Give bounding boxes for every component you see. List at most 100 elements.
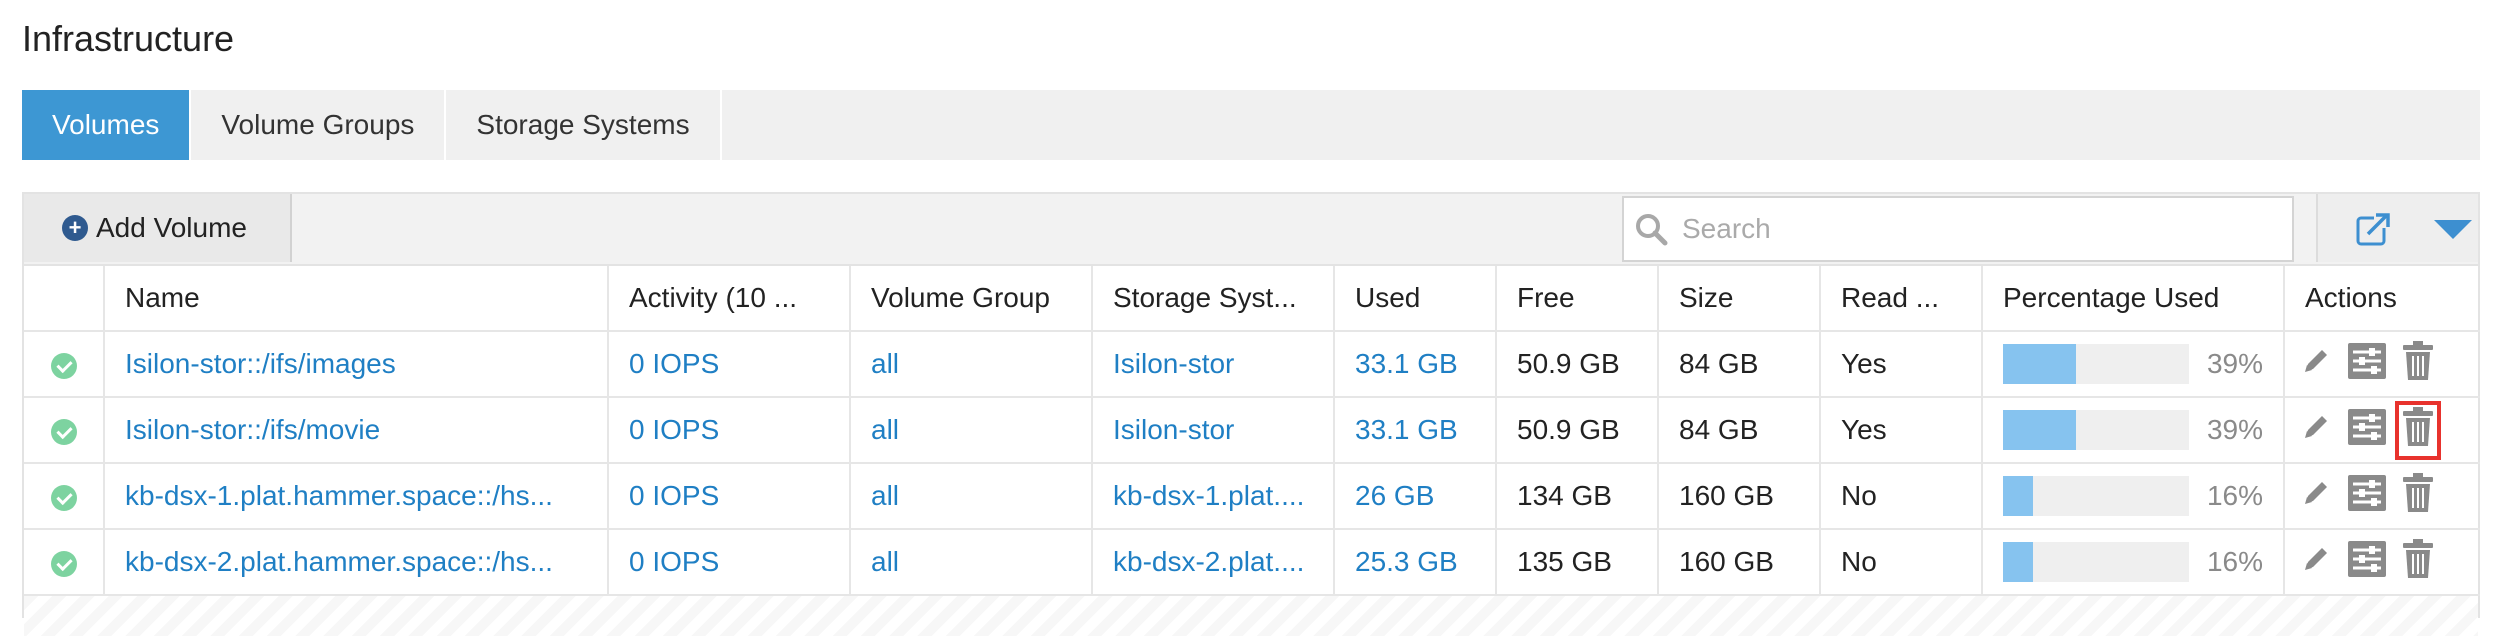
column-header-storage-system[interactable]: Storage Syst... — [1092, 266, 1335, 332]
actions-cell — [2284, 331, 2480, 398]
volume-name-link[interactable]: Isilon-stor::/ifs/images — [104, 331, 609, 398]
usage-bar — [2003, 410, 2189, 450]
percentage-used-cell: 16% — [1982, 463, 2285, 530]
size-cell: 84 GB — [1658, 331, 1821, 398]
settings-sliders-icon[interactable] — [2347, 408, 2387, 453]
settings-sliders-icon[interactable] — [2347, 474, 2387, 519]
volume-name-link[interactable]: kb-dsx-1.plat.hammer.space::/hs... — [104, 463, 609, 530]
size-cell: 84 GB — [1658, 397, 1821, 464]
settings-sliders-icon[interactable] — [2347, 540, 2387, 585]
settings-sliders-icon[interactable] — [2347, 342, 2387, 387]
activity-link[interactable]: 0 IOPS — [608, 397, 851, 464]
storage-system-link[interactable]: kb-dsx-1.plat.... — [1092, 463, 1335, 530]
toolbar: + Add Volume — [24, 194, 2478, 266]
used-link[interactable]: 25.3 GB — [1334, 529, 1497, 596]
status-cell — [24, 529, 105, 596]
search-input[interactable] — [1680, 212, 2274, 246]
add-volume-button[interactable]: + Add Volume — [24, 194, 292, 262]
volume-group-link[interactable]: all — [850, 397, 1093, 464]
activity-link[interactable]: 0 IOPS — [608, 463, 851, 530]
status-cell — [24, 397, 105, 464]
read-only-cell: No — [1820, 529, 1983, 596]
storage-system-link[interactable]: kb-dsx-2.plat.... — [1092, 529, 1335, 596]
volume-group-link[interactable]: all — [850, 529, 1093, 596]
usage-bar — [2003, 542, 2189, 582]
percentage-used-cell: 39% — [1982, 397, 2285, 464]
usage-bar — [2003, 344, 2189, 384]
search-box — [1622, 196, 2294, 262]
column-header-read[interactable]: Read ... — [1820, 266, 1983, 332]
plus-circle-icon: + — [62, 215, 88, 241]
volumes-panel: + Add Volume Search Name Activity (10 ..… — [22, 192, 2480, 636]
free-cell: 134 GB — [1496, 463, 1659, 530]
free-cell: 135 GB — [1496, 529, 1659, 596]
activity-link[interactable]: 0 IOPS — [608, 529, 851, 596]
add-volume-label: Add Volume — [96, 212, 247, 243]
used-link[interactable]: 33.1 GB — [1334, 331, 1497, 398]
tab-bar: Volumes Volume Groups Storage Systems — [22, 90, 2480, 160]
usage-percent: 16% — [2206, 546, 2263, 577]
trash-icon[interactable] — [2401, 340, 2435, 388]
column-header-name[interactable]: Name — [104, 266, 609, 332]
usage-bar-fill — [2003, 476, 2033, 516]
actions-cell — [2284, 529, 2480, 596]
tab-storage-systems[interactable]: Storage Systems — [446, 90, 722, 160]
used-link[interactable]: 26 GB — [1334, 463, 1497, 530]
actions-cell — [2284, 463, 2480, 530]
tab-volumes[interactable]: Volumes — [22, 90, 192, 160]
column-header-used[interactable]: Used — [1334, 266, 1497, 332]
usage-bar-fill — [2003, 410, 2076, 450]
check-circle-icon — [50, 352, 77, 379]
tab-volume-groups[interactable]: Volume Groups — [191, 90, 447, 160]
usage-percent: 39% — [2206, 414, 2263, 445]
storage-system-link[interactable]: Isilon-stor — [1092, 397, 1335, 464]
usage-bar-fill — [2003, 542, 2033, 582]
table-header-row: Name Activity (10 ... Volume Group Stora… — [24, 266, 2480, 332]
read-only-cell: No — [1820, 463, 1983, 530]
chevron-down-icon[interactable] — [2434, 220, 2472, 239]
export-icon[interactable] — [2356, 212, 2392, 246]
check-circle-icon — [50, 484, 77, 511]
table-row: kb-dsx-2.plat.hammer.space::/hs... 0 IOP… — [24, 529, 2480, 596]
usage-percent: 39% — [2206, 348, 2263, 379]
read-only-cell: Yes — [1820, 397, 1983, 464]
volume-group-link[interactable]: all — [850, 463, 1093, 530]
trash-icon[interactable] — [2401, 538, 2435, 586]
edit-icon[interactable] — [2299, 344, 2333, 385]
check-circle-icon — [50, 550, 77, 577]
status-cell — [24, 331, 105, 398]
activity-link[interactable]: 0 IOPS — [608, 331, 851, 398]
trash-icon[interactable] — [2401, 472, 2435, 520]
column-header-percentage-used[interactable]: Percentage Used — [1982, 266, 2285, 332]
column-header-actions: Actions — [2284, 266, 2480, 332]
toolbar-right — [2316, 194, 2478, 262]
column-header-volume-group[interactable]: Volume Group — [850, 266, 1093, 332]
column-header-free[interactable]: Free — [1496, 266, 1659, 332]
page-title: Infrastructure — [22, 18, 235, 59]
size-cell: 160 GB — [1658, 463, 1821, 530]
percentage-used-cell: 39% — [1982, 331, 2285, 398]
usage-bar-fill — [2003, 344, 2076, 384]
usage-bar — [2003, 476, 2189, 516]
table-footer — [24, 596, 2478, 636]
read-only-cell: Yes — [1820, 331, 1983, 398]
status-cell — [24, 463, 105, 530]
edit-icon[interactable] — [2299, 410, 2333, 451]
edit-icon[interactable] — [2299, 542, 2333, 583]
volume-name-link[interactable]: Isilon-stor::/ifs/movie — [104, 397, 609, 464]
check-circle-icon — [50, 418, 77, 445]
volume-group-link[interactable]: all — [850, 331, 1093, 398]
table-row: Isilon-stor::/ifs/movie 0 IOPS all Isilo… — [24, 397, 2480, 464]
percentage-used-cell: 16% — [1982, 529, 2285, 596]
table-row: kb-dsx-1.plat.hammer.space::/hs... 0 IOP… — [24, 463, 2480, 530]
edit-icon[interactable] — [2299, 476, 2333, 517]
trash-icon[interactable] — [2395, 400, 2441, 460]
column-header-size[interactable]: Size — [1658, 266, 1821, 332]
column-header-activity[interactable]: Activity (10 ... — [608, 266, 851, 332]
column-header-status[interactable] — [24, 266, 105, 332]
volume-name-link[interactable]: kb-dsx-2.plat.hammer.space::/hs... — [104, 529, 609, 596]
usage-percent: 16% — [2206, 480, 2263, 511]
actions-cell — [2284, 397, 2480, 464]
storage-system-link[interactable]: Isilon-stor — [1092, 331, 1335, 398]
used-link[interactable]: 33.1 GB — [1334, 397, 1497, 464]
